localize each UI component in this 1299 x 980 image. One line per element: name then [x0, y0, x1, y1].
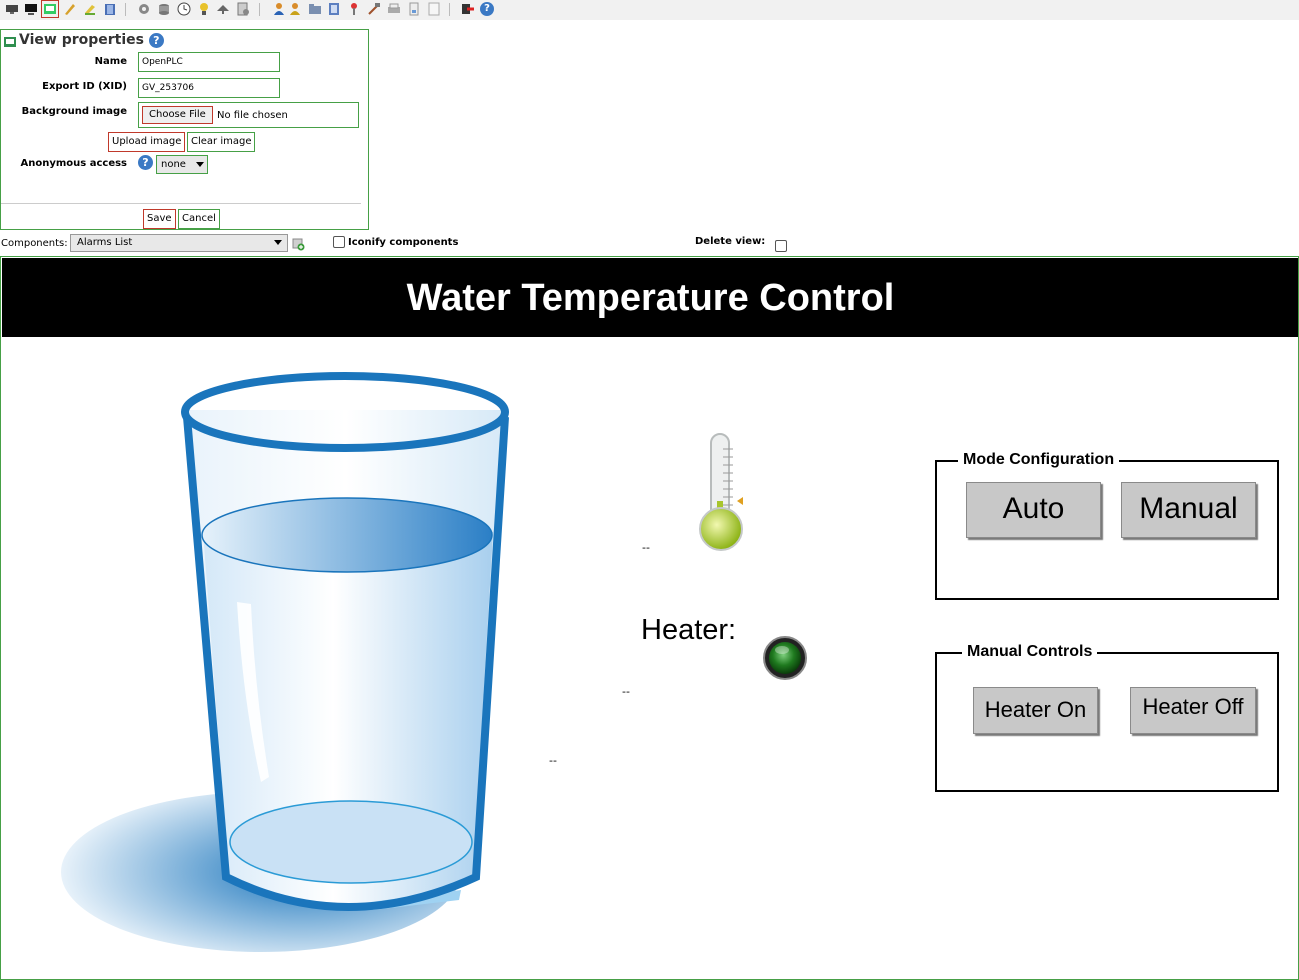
view-properties-title-text: View properties — [19, 32, 144, 48]
compass-icon[interactable] — [216, 2, 230, 16]
anonymous-access-label: Anonymous access — [20, 158, 128, 169]
view-title: Water Temperature Control — [406, 277, 895, 319]
delete-view-label: Delete view: — [695, 236, 766, 247]
auto-button[interactable]: Auto — [966, 482, 1101, 538]
cancel-button[interactable]: Cancel — [178, 209, 220, 229]
heater-value: -- — [622, 685, 630, 698]
components-select[interactable]: Alarms List — [70, 234, 288, 252]
toolbar: ? — [0, 0, 1299, 20]
water-glass-image — [61, 372, 509, 952]
clock-icon[interactable] — [177, 2, 191, 16]
components-label: Components: — [1, 238, 68, 249]
help-icon[interactable]: ? — [138, 155, 153, 170]
name-input[interactable]: OpenPLC — [138, 52, 280, 72]
manual-controls-title: Manual Controls — [962, 643, 1098, 661]
script-icon[interactable] — [236, 2, 250, 16]
clear-image-button[interactable]: Clear image — [187, 132, 256, 152]
anonymous-access-value: none — [161, 159, 186, 170]
bulb-icon[interactable] — [197, 2, 211, 16]
heater-on-button[interactable]: Heater On — [973, 687, 1098, 734]
exit-icon[interactable] — [461, 2, 475, 16]
heater-status-led-icon — [763, 636, 807, 680]
background-image-label: Background image — [21, 106, 127, 117]
database-icon[interactable] — [157, 2, 171, 16]
divider — [1, 203, 361, 204]
monitor-icon[interactable] — [5, 2, 19, 16]
users-icon[interactable] — [272, 2, 286, 16]
view-properties-title: View properties ? — [19, 32, 164, 48]
iconify-checkbox[interactable] — [333, 236, 345, 248]
display-icon[interactable] — [24, 2, 38, 16]
heater-off-button[interactable]: Heater Off — [1130, 687, 1256, 734]
antenna-icon[interactable] — [347, 2, 361, 16]
toolbar-separator — [125, 3, 126, 16]
view-edit-icon[interactable] — [41, 0, 59, 18]
graphic-view-canvas: Water Temperature Control -- Heater: -- … — [0, 256, 1299, 980]
add-component-icon[interactable] — [292, 237, 305, 251]
page-icon[interactable] — [427, 2, 441, 16]
name-label: Name — [94, 56, 127, 67]
printer-icon[interactable] — [387, 2, 401, 16]
gear-icon[interactable] — [137, 2, 151, 16]
chevron-down-icon — [196, 162, 204, 167]
file-input[interactable]: Choose File No file chosen — [138, 102, 359, 128]
thermometer-icon — [699, 433, 743, 551]
toolbar-separator — [449, 3, 450, 16]
toolbar-separator — [259, 3, 260, 16]
save-button[interactable]: Save — [143, 209, 176, 229]
choose-file-button[interactable]: Choose File — [142, 106, 213, 124]
hammer-icon[interactable] — [367, 2, 381, 16]
document-icon[interactable] — [407, 2, 421, 16]
heater-label: Heater: — [641, 614, 737, 646]
no-file-text: No file chosen — [217, 110, 288, 121]
book-icon[interactable] — [103, 2, 117, 16]
title-banner: Water Temperature Control — [2, 258, 1298, 337]
delete-view-checkbox[interactable] — [775, 240, 787, 252]
view-properties-panel: View properties ? Name OpenPLC Export ID… — [0, 29, 369, 230]
xid-label: Export ID (XID) — [42, 81, 127, 92]
temperature-value: -- — [642, 541, 650, 554]
iconify-label: Iconify components — [348, 237, 459, 248]
value-display: -- — [549, 754, 557, 767]
manual-button[interactable]: Manual — [1121, 482, 1256, 538]
folder-icon[interactable] — [308, 2, 322, 16]
help-icon[interactable]: ? — [148, 33, 164, 48]
help-icon[interactable]: ? — [480, 2, 494, 16]
user-lock-icon[interactable] — [289, 2, 303, 16]
pencil-icon[interactable] — [63, 2, 77, 16]
anonymous-access-select[interactable]: none — [156, 155, 208, 174]
upload-image-button[interactable]: Upload image — [108, 132, 186, 152]
xid-input[interactable]: GV_253706 — [138, 78, 280, 98]
chevron-down-icon — [274, 240, 282, 245]
report-icon[interactable] — [327, 2, 341, 16]
view-icon — [4, 37, 16, 47]
edit-icon[interactable] — [83, 2, 97, 16]
components-selected-value: Alarms List — [77, 237, 133, 248]
mode-configuration-title: Mode Configuration — [958, 451, 1120, 469]
